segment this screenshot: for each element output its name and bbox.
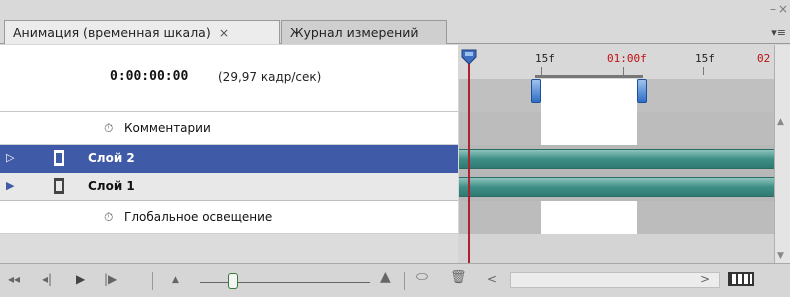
timeline-area[interactable]: 15f 01:00f 15f 02: [459, 45, 774, 263]
film-layer-icon: [54, 178, 64, 194]
vertical-scrollbar[interactable]: ▲ ▼: [774, 45, 790, 263]
global-light-label: Глобальное освещение: [124, 210, 273, 224]
work-area-track: [459, 79, 774, 112]
close-panel-icon[interactable]: ×: [778, 2, 788, 16]
tab-animation-timeline[interactable]: Анимация (временная шкала) ×: [4, 20, 280, 44]
layer-row-layer2[interactable]: ▷ Слой 2: [0, 145, 458, 173]
tab-animation-label: Анимация (временная шкала): [13, 25, 211, 40]
time-ruler[interactable]: 15f 01:00f 15f 02: [459, 45, 774, 112]
zoom-slider-knob[interactable]: [228, 273, 238, 289]
layer1-label: Слой 1: [88, 179, 135, 193]
first-frame-icon[interactable]: ◂◂: [8, 272, 20, 286]
work-area-highlight: [541, 79, 637, 112]
ruler-tick: [623, 67, 624, 75]
empty-track: [459, 234, 774, 263]
tab-bar: Анимация (временная шкала) × Журнал изме…: [0, 0, 790, 44]
ruler-label: 02: [757, 52, 771, 65]
layer2-duration-bar[interactable]: [459, 149, 774, 169]
play-icon[interactable]: ▶: [76, 272, 85, 286]
work-area-start-handle[interactable]: [531, 79, 541, 103]
panel-menu-icon[interactable]: ▾≡: [771, 26, 786, 39]
comments-track[interactable]: [459, 112, 774, 145]
tab-measurement-label: Журнал измерений: [290, 25, 419, 40]
playhead-handle-icon[interactable]: [460, 49, 478, 65]
separator: [404, 272, 405, 290]
work-area-end-handle[interactable]: [637, 79, 647, 103]
expand-arrow-icon[interactable]: ▶: [6, 179, 14, 192]
horizontal-scrollbar[interactable]: [510, 272, 720, 288]
layers-column: 0:00:00:00 (29,97 кадр/сек) ⏱ Комментари…: [0, 45, 458, 263]
current-time[interactable]: 0:00:00:00: [110, 69, 188, 84]
frame-rate: (29,97 кадр/сек): [218, 70, 322, 84]
stopwatch-icon[interactable]: ⏱: [104, 210, 113, 225]
animation-timeline-panel: Анимация (временная шкала) × Журнал изме…: [0, 0, 790, 297]
comments-label: Комментарии: [124, 121, 211, 135]
ruler-label: 15f: [535, 52, 555, 65]
ruler-tick: [703, 67, 704, 75]
layer-row-layer1[interactable]: ▶ Слой 1: [0, 173, 458, 201]
scroll-down-icon[interactable]: ▼: [777, 251, 784, 261]
tab-close-icon[interactable]: ×: [219, 25, 229, 40]
frame-animation-icon[interactable]: [728, 272, 754, 286]
current-time-indicator[interactable]: [468, 51, 470, 263]
trash-icon[interactable]: 🗑: [450, 270, 467, 285]
scroll-right-icon[interactable]: >: [700, 272, 710, 286]
timecode-row: 0:00:00:00 (29,97 кадр/сек): [0, 45, 458, 112]
zoom-out-icon[interactable]: ▲: [172, 275, 179, 285]
film-layer-icon: [54, 150, 64, 166]
comments-row[interactable]: ⏱ Комментарии: [0, 112, 458, 145]
convert-to-frame-animation-icon[interactable]: ⬭: [416, 269, 428, 285]
ruler-tick: [541, 67, 542, 75]
empty-row: [0, 234, 458, 263]
work-area-highlight: [541, 201, 637, 234]
stopwatch-icon[interactable]: ⏱: [104, 121, 113, 136]
tab-measurement-log[interactable]: Журнал измерений: [281, 20, 447, 44]
scroll-left-icon[interactable]: <: [487, 272, 497, 286]
work-area-bar[interactable]: [535, 75, 643, 78]
work-area-highlight: [541, 112, 637, 145]
minimize-icon[interactable]: –: [770, 2, 776, 16]
ruler-label: 01:00f: [607, 52, 647, 65]
zoom-slider-track[interactable]: [200, 282, 370, 283]
separator: [152, 272, 153, 290]
layer2-label: Слой 2: [88, 151, 135, 165]
zoom-in-icon[interactable]: ▲: [380, 269, 391, 285]
global-light-row[interactable]: ⏱ Глобальное освещение: [0, 201, 458, 234]
ruler-label: 15f: [695, 52, 715, 65]
global-light-track[interactable]: [459, 201, 774, 234]
next-frame-icon[interactable]: |▶: [104, 272, 117, 286]
expand-arrow-icon[interactable]: ▷: [6, 151, 14, 164]
layer1-duration-bar[interactable]: [459, 177, 774, 197]
prev-frame-icon[interactable]: ◂|: [42, 272, 52, 286]
scroll-up-icon[interactable]: ▲: [777, 117, 784, 127]
timeline-toolbar: ◂◂ ◂| ▶ |▶ ▲ ▲ ⬭ 🗑 < >: [0, 263, 790, 297]
